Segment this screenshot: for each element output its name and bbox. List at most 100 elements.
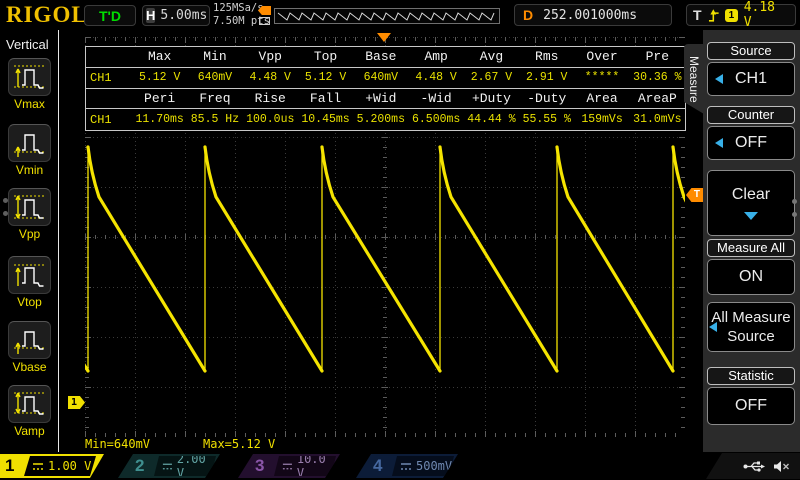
channel-status-bar: 1 1.00 V 2 2.00 V 3 — [0, 452, 800, 480]
value-cell: 5.12 V — [298, 71, 353, 84]
value-cell: 640mV — [187, 71, 242, 84]
measure-all-button[interactable]: ON — [707, 259, 795, 295]
menu-page-dot — [792, 212, 797, 217]
left-arrow-icon — [715, 138, 723, 148]
value-cell: 55.55 % — [519, 113, 574, 126]
dc-coupling-icon — [32, 462, 44, 471]
value-cell: 30.36 % — [630, 71, 685, 84]
trigger-panel[interactable]: T 1 4.18 V — [686, 4, 796, 26]
source-value: CH1 — [735, 70, 767, 88]
source-label: Source — [707, 42, 795, 60]
memory-waveform-preview[interactable] — [274, 8, 500, 24]
sidebar-item-vmax[interactable]: Vmax — [8, 58, 51, 111]
statistic-button[interactable]: OFF — [707, 387, 795, 425]
col-header: Min — [187, 49, 242, 64]
table-value-row: CH1 5.12 V 640mV 4.48 V 5.12 V 640mV 4.4… — [86, 68, 685, 89]
col-header: Peri — [132, 91, 187, 106]
col-header: Max — [132, 49, 187, 64]
col-header: -Duty — [519, 91, 574, 106]
counter-button[interactable]: OFF — [707, 126, 795, 160]
left-arrow-icon — [709, 322, 717, 332]
channel3-badge[interactable]: 3 10.0 V — [238, 454, 340, 478]
io-status-panel — [706, 453, 800, 479]
sidebar-item-vtop[interactable]: Vtop — [8, 256, 51, 309]
horizontal-timebase-panel[interactable]: H 5.00ms — [142, 5, 210, 26]
channel3-number: 3 — [255, 456, 264, 476]
timebase-value: 5.00ms — [160, 8, 207, 23]
value-cell: 5.12 V — [132, 71, 187, 84]
max-annotation: Max=5.12 V — [203, 437, 275, 451]
channel1-ground-marker: 1 — [68, 396, 85, 409]
trigger-slope-icon — [708, 8, 720, 23]
sidebar-page-dot — [3, 211, 8, 216]
channel4-scale-value: 500mV — [416, 459, 452, 473]
dc-coupling-icon — [282, 462, 293, 471]
vmax-icon — [12, 62, 48, 92]
all-measure-line1: All Measure — [711, 309, 790, 326]
value-cell: 85.5 Hz — [187, 113, 242, 126]
sidebar-page-dot — [3, 198, 8, 203]
value-cell: 100.0us — [243, 113, 298, 126]
usb-icon — [743, 460, 765, 473]
clear-label: Clear — [732, 186, 770, 204]
delay-panel[interactable]: D 252.001000ms — [514, 4, 672, 26]
clear-button[interactable]: Clear — [707, 170, 795, 236]
min-annotation: Min=640mV — [85, 437, 150, 451]
value-cell: 4.48 V — [243, 71, 298, 84]
statistic-value: OFF — [735, 397, 767, 415]
value-cell: 640mV — [353, 71, 408, 84]
channel-cell: CH1 — [86, 113, 132, 127]
channel4-scale: 500mV — [392, 456, 454, 476]
sidebar-item-vpp[interactable]: Vpp — [8, 188, 51, 241]
channel4-badge[interactable]: 4 500mV — [356, 454, 458, 478]
col-header: Top — [298, 49, 353, 64]
col-header: Rms — [519, 49, 574, 64]
all-measure-source-button[interactable]: All Measure Source — [707, 302, 795, 352]
col-header: +Wid — [353, 91, 408, 106]
value-cell: 4.48 V — [408, 71, 463, 84]
table-value-row: CH1 11.70ms 85.5 Hz 100.0us 10.45ms 5.20… — [86, 109, 685, 130]
value-cell: 44.44 % — [464, 113, 519, 126]
col-header: Area — [574, 91, 629, 106]
down-arrow-icon — [744, 212, 758, 220]
sidebar-item-label: Vmax — [8, 97, 51, 111]
channel2-number: 2 — [135, 456, 144, 476]
vamp-icon — [12, 389, 48, 419]
menu-tab-measure[interactable]: Measure — [684, 44, 704, 114]
channel3-scale: 10.0 V — [274, 456, 336, 476]
sidebar-item-vmin[interactable]: Vmin — [8, 124, 51, 177]
dc-coupling-icon — [400, 462, 412, 471]
trigger-status-badge: T'D — [84, 5, 136, 26]
trigger-source-badge: 1 — [725, 9, 738, 22]
channel2-badge[interactable]: 2 2.00 V — [118, 454, 220, 478]
speaker-muted-icon — [773, 460, 790, 473]
vtop-icon — [12, 260, 48, 290]
col-header: Over — [574, 49, 629, 64]
statistic-label: Statistic — [707, 367, 795, 385]
trigger-position-marker-icon — [377, 33, 391, 42]
sidebar-item-label: Vpp — [8, 227, 51, 241]
measure-all-value: ON — [739, 268, 763, 286]
sidebar-item-vamp[interactable]: Vamp — [8, 385, 51, 438]
counter-label: Counter — [707, 106, 795, 124]
source-button[interactable]: CH1 — [707, 62, 795, 96]
trigger-level-value: 4.18 V — [744, 0, 789, 30]
oscilloscope-screen: RIGOL T'D H 5.00ms 125MSa/s 7.50M pts D … — [0, 0, 800, 480]
value-cell: 5.200ms — [353, 113, 408, 126]
top-status-bar: RIGOL T'D H 5.00ms 125MSa/s 7.50M pts D … — [0, 0, 800, 30]
col-header: -Wid — [408, 91, 463, 106]
t-label: T — [693, 7, 702, 23]
sidebar-item-label: Vmin — [8, 163, 51, 177]
col-header: Avg — [464, 49, 519, 64]
channel-cell: CH1 — [86, 71, 132, 85]
col-header: Pre — [630, 49, 685, 64]
channel1-badge[interactable]: 1 1.00 V — [0, 454, 104, 478]
rigol-logo: RIGOL — [6, 2, 88, 28]
value-cell: 2.91 V — [519, 71, 574, 84]
sidebar-item-vbase[interactable]: Vbase — [8, 321, 51, 374]
measure-all-label: Measure All — [707, 239, 795, 257]
col-header: Base — [353, 49, 408, 64]
table-header-row: Max Min Vpp Top Base Amp Avg Rms Over Pr… — [86, 47, 685, 68]
vmin-icon — [12, 128, 48, 158]
col-header: Amp — [408, 49, 463, 64]
